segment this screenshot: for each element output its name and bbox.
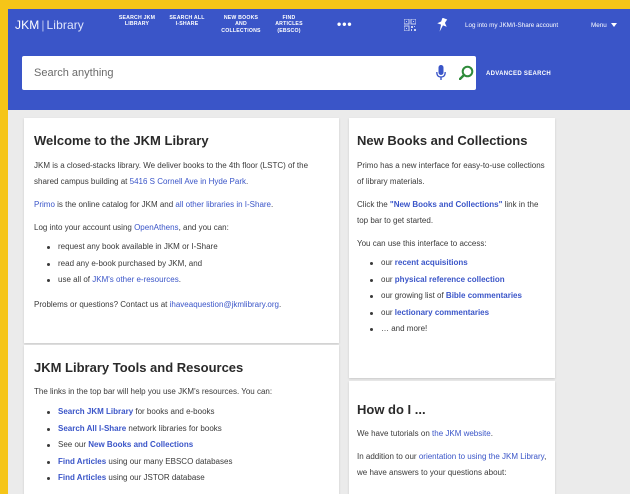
ishare-libraries-link[interactable]: all other libraries in I-Share [175,200,271,209]
list-item: See our New Books and Collections [34,437,329,454]
list-item: request any book available in JKM or I-S… [34,239,329,256]
physical-reference-link[interactable]: physical reference collection [395,275,505,284]
welcome-p4-text: Problems or questions? Contact us at [34,299,170,309]
search-all-ishare-link[interactable]: Search All I-Share [58,424,126,433]
list-item: Find Articles using our many EBSCO datab… [34,454,329,471]
nav-search-all-ishare[interactable]: SEARCH ALL I-SHARE [168,15,206,28]
search-box [22,56,476,90]
advanced-search-link[interactable]: ADVANCED SEARCH [486,71,551,77]
list-item: our recent acquisitions [357,255,547,272]
primo-link[interactable]: Primo [34,200,55,209]
how-do-i-title: How do I ... [357,402,426,417]
tools-list: Search JKM Library for books and e-books… [34,404,329,487]
list-item: Search JKM Library for books and e-books [34,404,329,421]
list-item: our lectionary commentaries [357,305,547,322]
new-books-collections-link[interactable]: New Books and Collections [88,440,193,449]
new-books-paragraph-1: Primo has a new interface for easy-to-us… [357,161,545,186]
tools-title: JKM Library Tools and Resources [34,360,244,375]
list-item-text: our [381,274,395,284]
welcome-card: Welcome to the JKM Library JKM is a clos… [24,118,339,343]
list-item-text: using our JSTOR database [106,473,205,482]
nav-search-jkm-library[interactable]: SEARCH JKM LIBRARY [115,15,159,28]
brand-separator: | [41,18,45,32]
new-books-paragraph-3: You can use this interface to access: [357,239,487,248]
login-link[interactable]: Log into my JKM/I-Share account [465,22,558,29]
new-books-title: New Books and Collections [357,133,528,148]
brand-library: Library [46,18,84,32]
welcome-p2-text: is the online catalog for JKM and [54,200,176,209]
find-articles-jstor-link[interactable]: Find Articles [58,473,106,482]
microphone-icon[interactable] [436,65,446,81]
how-do-i-paragraph-2: In addition to our orientation to using … [357,449,547,481]
welcome-paragraph-1: JKM is a closed-stacks library. We deliv… [34,158,329,190]
more-menu-button[interactable]: ••• [337,17,353,31]
tools-intro: The links in the top bar will help you u… [34,387,273,396]
welcome-p3-text: Log into your account using [34,223,135,232]
list-item-text: network libraries for books [126,423,222,433]
welcome-p4-end: . [278,299,282,309]
list-item-text: See our [58,440,89,449]
app-frame: JKM | Library SEARCH JKM LIBRARY SEARCH AL… [8,9,630,494]
list-item-text: our [381,258,395,267]
list-item: our physical reference collection [357,272,547,289]
orientation-link[interactable]: orientation to using the JKM Library [419,452,544,461]
recent-acquisitions-link[interactable]: recent acquisitions [395,258,468,267]
top-bar: JKM | Library SEARCH JKM LIBRARY SEARCH AL… [8,9,630,42]
new-books-paragraph-2: Click the "New Books and Collections" li… [357,197,547,229]
nav-find-articles-ebsco[interactable]: FIND ARTICLES (EBSCO) [270,15,308,34]
list-item: Search All I-Share network libraries for… [34,421,329,438]
list-item-text: our growing list of [381,291,446,300]
how-do-i-paragraph-1: We have tutorials on the JKM website. [357,426,547,442]
list-item: read any e-book purchased by JKM, and [34,256,329,273]
new-books-list: our recent acquisitions our physical ref… [357,255,547,338]
search-icon[interactable] [459,65,474,80]
welcome-paragraph-2: Primo is the online catalog for JKM and … [34,197,329,213]
new-books-collections-link[interactable]: "New Books and Collections" [390,200,503,209]
contact-email-link[interactable]: ihaveaquestion@jkmlibrary.org [170,300,279,309]
menu-label: Menu [591,22,607,29]
list-item: our growing list of Bible commentaries [357,288,547,305]
welcome-p2-end: . [271,200,274,209]
list-item-text: use all of [58,275,93,284]
list-item-end: . [178,275,181,284]
welcome-title: Welcome to the JKM Library [34,133,209,148]
list-item: … and more! [357,321,547,338]
welcome-paragraph-3: Log into your account using OpenAthens, … [34,220,329,236]
brand-name: JKM [15,18,40,32]
list-item-text: using our many EBSCO databases [106,456,233,466]
list-item: use all of JKM's other e-resources. [34,272,329,289]
find-articles-ebsco-link[interactable]: Find Articles [58,457,106,466]
tools-card: JKM Library Tools and Resources The link… [24,345,339,494]
lectionary-commentaries-link[interactable]: lectionary commentaries [395,308,489,317]
qr-code-icon[interactable] [404,19,416,31]
list-item: Find Articles using our JSTOR database [34,470,329,487]
list-item-text: … and more! [381,324,428,333]
menu-button[interactable]: Menu [591,22,617,29]
list-item-text: for books and e-books [133,407,215,416]
campus-address-link[interactable]: 5416 S Cornell Ave in Hyde Park [130,177,246,186]
search-jkm-library-link[interactable]: Search JKM Library [58,407,133,416]
welcome-paragraph-4: Problems or questions? Contact us at iha… [34,297,329,313]
how-do-i-card: How do I ... We have tutorials on the JK… [349,381,555,494]
welcome-p1-end: . [246,177,249,186]
brand-logo[interactable]: JKM | Library [15,18,84,32]
how-do-i-p1-text: We have tutorials on [357,429,433,438]
search-input[interactable] [34,65,414,81]
caret-down-icon [610,23,617,27]
openathens-link[interactable]: OpenAthens [134,223,178,232]
nav-new-books-and-collections[interactable]: NEW BOOKS AND COLLECTIONS [218,15,264,34]
new-books-card: New Books and Collections Primo has a ne… [349,118,555,378]
search-band: ADVANCED SEARCH [8,42,630,110]
pin-icon[interactable] [436,18,448,32]
how-do-i-p1-end: . [490,429,493,438]
bible-commentaries-link[interactable]: Bible commentaries [446,291,522,300]
list-item-text: our [381,307,395,317]
jkm-website-link[interactable]: the JKM website [432,429,491,438]
welcome-list: request any book available in JKM or I-S… [34,239,329,289]
welcome-p3-end: , and you can: [178,223,229,232]
new-books-p2-text: Click the [357,200,390,209]
eresources-link[interactable]: JKM's other e-resources [92,275,178,284]
how-do-i-p2-text: In addition to our [357,452,419,461]
